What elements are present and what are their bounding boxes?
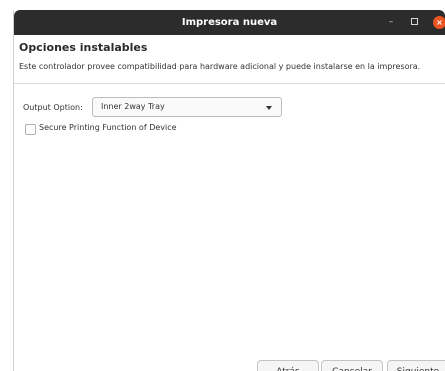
back-button[interactable]: Atrás xyxy=(257,360,319,371)
dialog-window: Impresora nueva – × Opciones instalables… xyxy=(13,10,445,371)
maximize-icon[interactable] xyxy=(407,10,421,35)
window-title: Impresora nueva xyxy=(181,17,278,28)
page-heading: Opciones instalables xyxy=(19,41,148,54)
minimize-icon[interactable]: – xyxy=(384,10,398,35)
secure-printing-label[interactable]: Secure Printing Function of Device xyxy=(39,123,177,132)
page-description: Este controlador provee compatibilidad p… xyxy=(19,62,421,71)
output-option-dropdown[interactable]: Inner 2way Tray xyxy=(92,97,282,117)
separator xyxy=(14,83,445,84)
chevron-down-icon xyxy=(266,106,272,110)
cancel-button[interactable]: Cancelar xyxy=(321,360,383,371)
output-option-value: Inner 2way Tray xyxy=(101,102,165,111)
secure-printing-checkbox[interactable] xyxy=(25,124,36,135)
output-option-label: Output Option: xyxy=(23,103,83,112)
next-button[interactable]: Siguiente xyxy=(387,360,445,371)
close-icon[interactable]: × xyxy=(433,16,445,29)
title-bar[interactable]: Impresora nueva – × xyxy=(14,10,445,35)
